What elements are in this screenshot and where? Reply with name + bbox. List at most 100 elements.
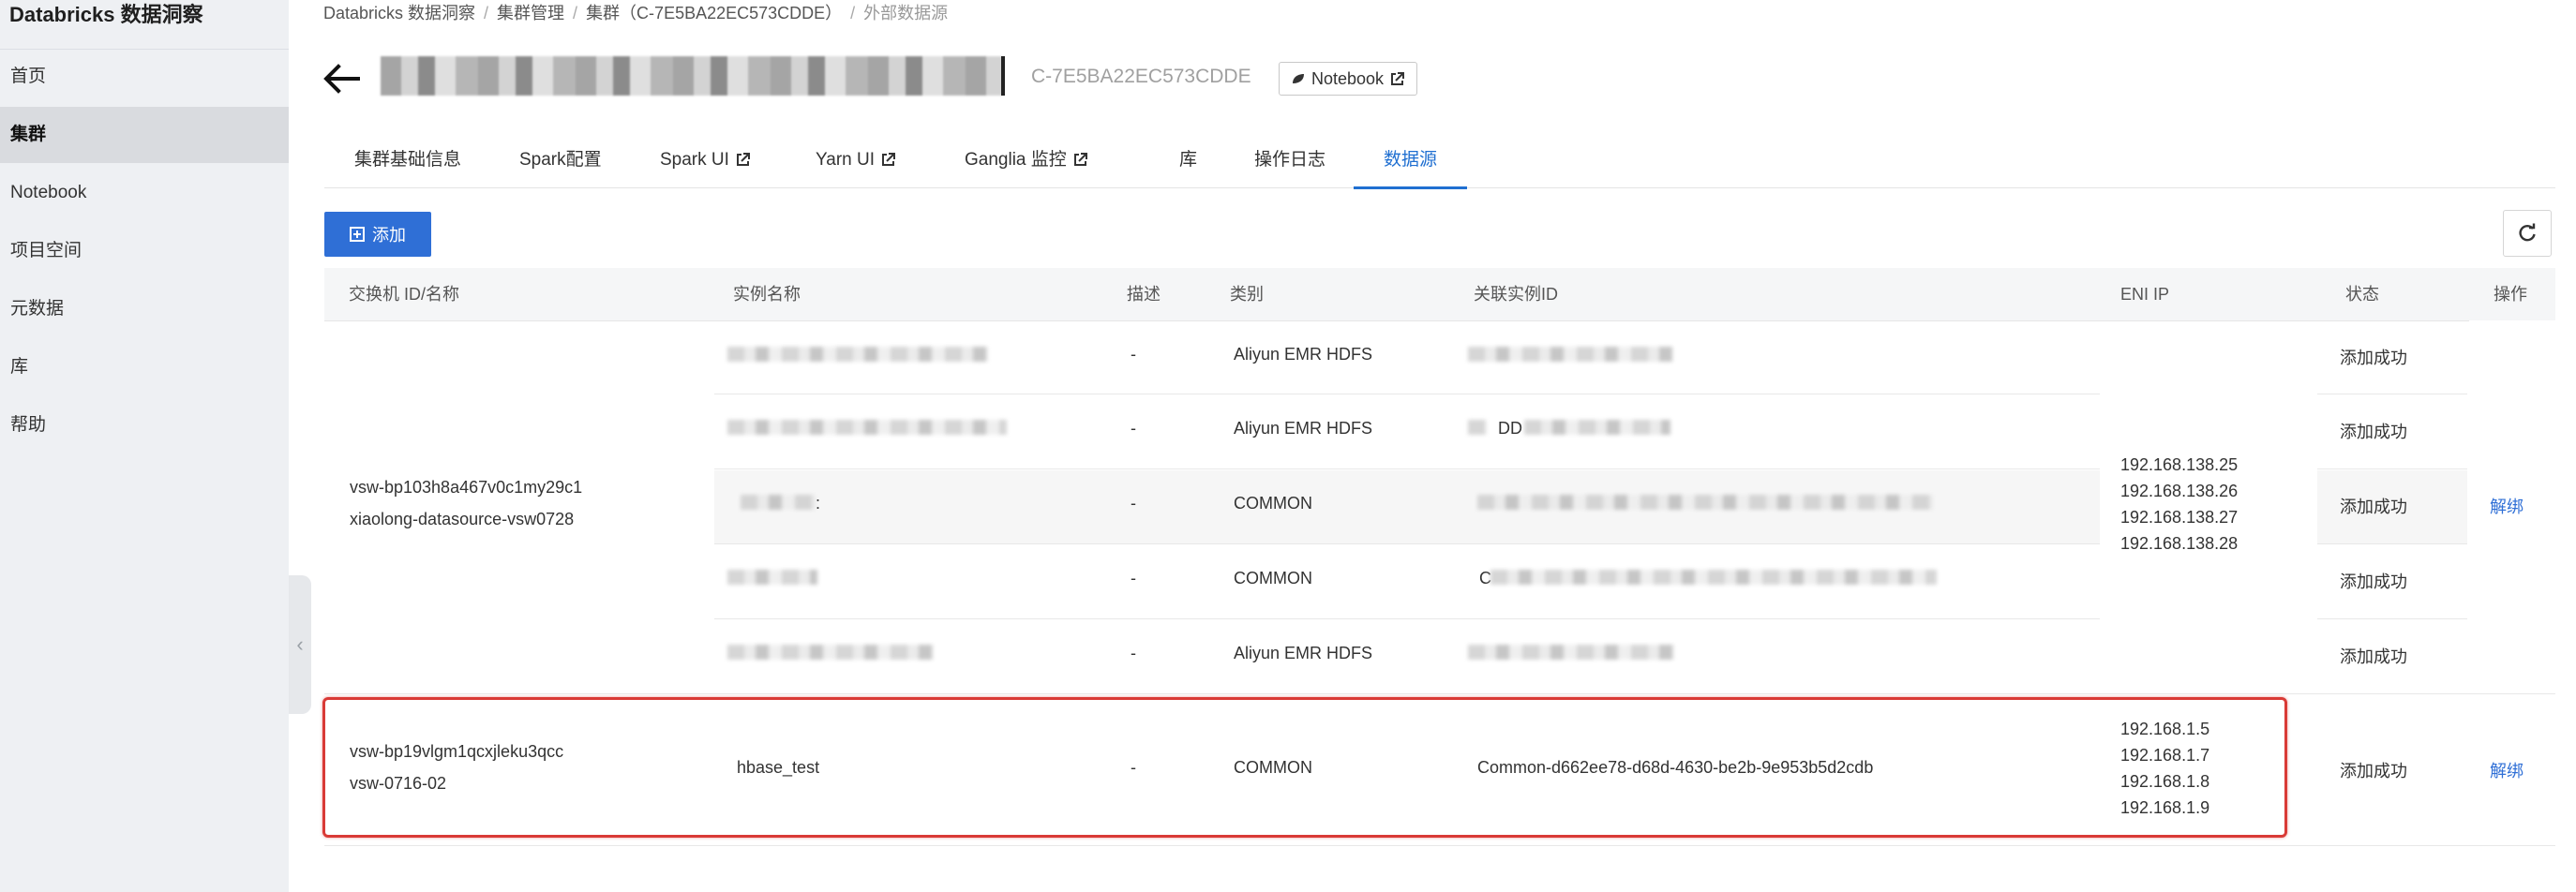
group-divider (324, 693, 2555, 694)
sidebar-collapse-handle[interactable]: ‹ (289, 575, 311, 714)
breadcrumb-separator: / (484, 4, 489, 22)
add-button[interactable]: 添加 (324, 212, 431, 257)
cluster-name-cursor (1001, 56, 1005, 96)
row-divider (2317, 618, 2467, 619)
external-link-icon (1391, 71, 1405, 85)
description-cell: - (1131, 569, 1136, 587)
status-cell: 添加成功 (2340, 423, 2407, 441)
tab-label: 数据源 (1384, 150, 1438, 170)
tab-library[interactable]: 库 (1149, 141, 1227, 189)
status-cell: 添加成功 (2340, 647, 2407, 666)
table-header: 交换机 ID/名称 实例名称 描述 类别 关联实例ID ENI IP 状态 操作 (324, 268, 2555, 321)
notebook-icon (1293, 74, 1304, 83)
brand-title: Databricks 数据洞察 (9, 3, 203, 26)
category-cell: Aliyun EMR HDFS (1234, 419, 1373, 438)
breadcrumb-current: 外部数据源 (863, 4, 949, 22)
tab-ganglia-monitor[interactable]: Ganglia 监控 (935, 141, 1118, 189)
related-id-redacted (1524, 420, 1670, 435)
tab-data-source[interactable]: 数据源 (1354, 141, 1468, 189)
description-cell: - (1131, 494, 1136, 513)
instance-name-redacted (727, 420, 1007, 435)
switch-id: vsw-bp103h8a467v0c1my29c1 (350, 478, 583, 497)
status-cell: 添加成功 (2340, 572, 2407, 591)
tab-label: Spark UI (660, 150, 729, 170)
breadcrumb-separator: / (850, 4, 856, 22)
related-id-redacted (1468, 347, 1672, 362)
row-divider (714, 543, 2100, 544)
sidebar: Databricks 数据洞察 首页 集群 Notebook 项目空间 元数据 … (0, 0, 289, 892)
add-button-label: 添加 (372, 226, 406, 245)
tab-cluster-basic-info[interactable]: 集群基础信息 (324, 141, 491, 189)
tab-label: Spark配置 (519, 150, 602, 170)
eni-ip: 192.168.138.27 (2120, 508, 2239, 527)
instance-name-redacted (727, 645, 934, 660)
unbind-link[interactable]: 解绑 (2490, 758, 2524, 782)
related-id-cell: DD (1498, 419, 1522, 438)
external-link-icon (882, 153, 896, 166)
cluster-id: C-7E5BA22EC573CDDE (1031, 66, 1251, 87)
tab-operation-log[interactable]: 操作日志 (1224, 141, 1355, 189)
instance-name-redacted (727, 347, 988, 362)
external-link-icon (736, 153, 750, 166)
refresh-button[interactable] (2503, 210, 2552, 257)
highlight-annotation-box (322, 697, 2287, 838)
eni-ip-list: 192.168.138.25 192.168.138.26 192.168.13… (2120, 452, 2238, 557)
tab-label: Ganglia 监控 (965, 150, 1067, 170)
description-cell: - (1131, 345, 1136, 364)
plus-square-icon (350, 227, 365, 242)
unbind-link[interactable]: 解绑 (2490, 494, 2524, 518)
eni-ip: 192.168.138.28 (2120, 534, 2239, 553)
back-button[interactable] (319, 58, 364, 99)
breadcrumb-home[interactable]: Databricks 数据洞察 (323, 4, 475, 22)
column-header-status: 状态 (2345, 285, 2379, 304)
breadcrumb-cluster[interactable]: 集群（C-7E5BA22EC573CDDE） (586, 4, 842, 22)
column-header-switch: 交换机 ID/名称 (349, 285, 460, 304)
tab-bar: 集群基础信息 Spark配置 Spark UI Yarn UI Ganglia … (324, 141, 2555, 189)
instance-name-cell: : (816, 494, 821, 513)
breadcrumb-cluster-management[interactable]: 集群管理 (497, 4, 564, 22)
category-cell: Aliyun EMR HDFS (1234, 644, 1373, 662)
category-cell: COMMON (1234, 494, 1312, 513)
refresh-icon (2519, 223, 2536, 242)
column-header-eni-ip: ENI IP (2120, 285, 2170, 304)
eni-ip: 192.168.138.26 (2120, 482, 2239, 500)
sidebar-item-metadata[interactable]: 元数据 (0, 281, 289, 337)
notebook-button[interactable]: Notebook (1279, 62, 1418, 96)
arrow-left-icon (323, 64, 360, 94)
sidebar-item-workspace[interactable]: 项目空间 (0, 223, 289, 279)
description-cell: - (1131, 644, 1136, 662)
sidebar-item-home[interactable]: 首页 (0, 49, 289, 105)
column-header-instance-name: 实例名称 (733, 285, 801, 304)
sidebar-item-notebook[interactable]: Notebook (0, 165, 289, 221)
cluster-name-redacted (381, 56, 1003, 96)
sidebar-item-help[interactable]: 帮助 (0, 397, 289, 453)
sidebar-item-clusters[interactable]: 集群 (0, 107, 289, 163)
sidebar-item-library[interactable]: 库 (0, 339, 289, 395)
related-id-redacted (1468, 645, 1674, 660)
row-divider (714, 618, 2100, 619)
status-cell: 添加成功 (2340, 349, 2407, 367)
tab-label: Yarn UI (816, 150, 876, 170)
related-id-redacted (1477, 495, 1933, 510)
related-id-redacted (1468, 420, 1487, 435)
column-header-description: 描述 (1127, 285, 1161, 304)
eni-ip: 192.168.138.25 (2120, 455, 2239, 474)
tab-label: 库 (1179, 150, 1198, 170)
related-id-redacted (1490, 570, 1937, 585)
category-cell: COMMON (1234, 569, 1312, 587)
column-header-related-instance-id: 关联实例ID (1474, 285, 1558, 304)
group-divider (324, 845, 2555, 846)
tab-spark-ui[interactable]: Spark UI (630, 141, 781, 189)
chevron-left-icon: ‹ (296, 632, 304, 656)
tab-yarn-ui[interactable]: Yarn UI (786, 141, 926, 189)
status-cell: 添加成功 (2340, 498, 2407, 516)
external-link-icon (1073, 153, 1087, 166)
column-header-action: 操作 (2494, 285, 2527, 304)
category-cell: Aliyun EMR HDFS (1234, 345, 1373, 364)
column-header-category: 类别 (1230, 285, 1264, 304)
row-divider (2317, 543, 2467, 544)
breadcrumb: Databricks 数据洞察 / 集群管理 / 集群（C-7E5BA22EC573CD… (323, 0, 948, 28)
tab-spark-config[interactable]: Spark配置 (489, 141, 632, 189)
breadcrumb-separator: / (573, 4, 578, 22)
description-cell: - (1131, 419, 1136, 438)
